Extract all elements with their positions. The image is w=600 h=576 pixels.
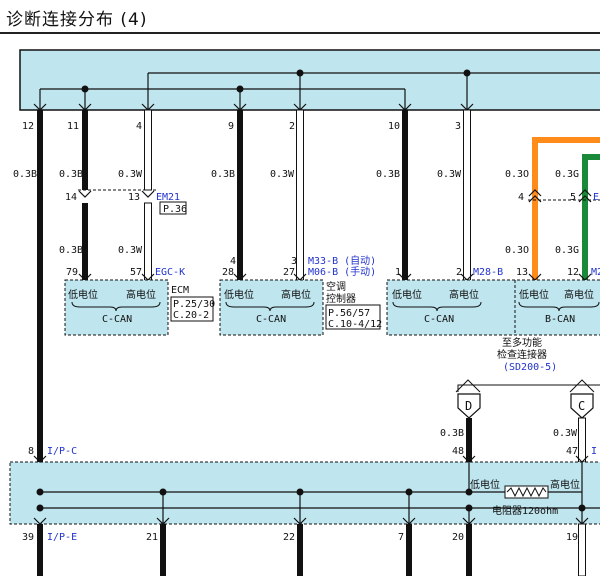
ecm-label: ECM [171, 285, 189, 296]
ac-c-can: C-CAN [256, 314, 286, 325]
junction-high: 高电位 [550, 478, 580, 491]
lower-pin-79: 79 [66, 267, 78, 278]
ac-can-high: 高电位 [281, 288, 311, 301]
wire-spec-lower: 0.3B [59, 245, 83, 256]
em21-ref: P.36 [163, 204, 187, 215]
wire-spec-upper: 0.3O [505, 169, 529, 180]
b-can-mid-pin-4: 4 [518, 192, 524, 203]
dlc-line-1: 至多功能 [502, 336, 542, 349]
junction-pin-39: 39 [22, 532, 34, 543]
b-can-mid-pin-5: 5 [570, 192, 576, 203]
bottom-wires [160, 523, 586, 576]
ecm-can-high: 高电位 [126, 288, 156, 301]
wire-spec-upper: 0.3W [437, 169, 462, 180]
top-pin-10: 10 [388, 121, 400, 132]
ecm-can-low: 低电位 [68, 288, 98, 301]
ac-can-low: 低电位 [224, 288, 254, 301]
b-can-mid-connector [528, 189, 600, 203]
ac-ref-1: P.56/57 [328, 308, 370, 319]
lower-pin-3: 3 [291, 256, 297, 267]
m28-can-low: 低电位 [392, 288, 422, 301]
lower-pin-28: 28 [222, 267, 234, 278]
wire-spec-lower: 0.3G [555, 245, 579, 256]
wire-spec-upper: 0.3B [376, 169, 400, 180]
dlc-connector [455, 379, 600, 463]
dlc-terminal-d: D [465, 399, 472, 413]
wire-spec-upper: 0.3B [211, 169, 235, 180]
wire-spec-upper: 0.3W [118, 169, 143, 180]
em21-pin-13: 13 [128, 192, 140, 203]
junction-pin-19: 19 [566, 532, 578, 543]
code-m33-b: M33-B (自动) [308, 254, 376, 267]
ecm-ref-1: P.25/30 [173, 299, 215, 310]
dlc-spec-c: 0.3W [553, 428, 578, 439]
dlc-line-3: (SD200-5) [503, 362, 557, 373]
top-pin-2: 2 [289, 121, 295, 132]
top-pin-3: 3 [455, 121, 461, 132]
dlc-pin-47: 47 [566, 446, 578, 457]
dlc-spec-d: 0.3B [440, 428, 464, 439]
junction-pin-7: 7 [398, 532, 404, 543]
colored-wires [532, 137, 600, 280]
code-egc-k: EGC-K [155, 267, 185, 278]
lower-pin-4: 4 [230, 256, 236, 267]
lower-pin-1: 1 [395, 267, 401, 278]
junction-pin-21: 21 [146, 532, 158, 543]
top-pin-4: 4 [136, 121, 142, 132]
white-wires [144, 109, 471, 281]
wire-spec-upper: 0.3B [59, 169, 83, 180]
junction-pin-22: 22 [283, 532, 295, 543]
lower-pin-13: 13 [516, 267, 528, 278]
top-pin-12: 12 [22, 121, 34, 132]
ac-label-1: 空调 [326, 280, 346, 293]
lower-pin-27: 27 [283, 267, 295, 278]
m28-c-can: C-CAN [424, 314, 454, 325]
code-m2: M2 [591, 267, 600, 278]
wiring-diagram: 12 11 4 9 2 10 3 0.3B 0.3B 0.3W 0.3B 0.3… [9, 49, 600, 576]
junction-pin-20: 20 [452, 532, 464, 543]
dlc-code-c: I [591, 446, 597, 457]
top-module-box [19, 49, 600, 111]
top-pin-9: 9 [228, 121, 234, 132]
ecm-ref-2: C.20-2 [173, 310, 209, 321]
wire-spec-upper: 0.3B [13, 169, 37, 180]
code-m06-b: M06-B (手动) [308, 265, 376, 278]
wire-spec-upper: 0.3W [270, 169, 295, 180]
lower-pin-12: 12 [567, 267, 579, 278]
dlc-line-2: 检查连接器 [497, 348, 547, 361]
bcan-high: 高电位 [564, 288, 594, 301]
junction-low: 低电位 [470, 478, 500, 491]
em21-pin-14: 14 [65, 192, 77, 203]
junction-code-ipc: I/P-C [47, 446, 77, 457]
ecm-c-can: C-CAN [102, 314, 132, 325]
top-pin-11: 11 [67, 121, 79, 132]
m28-can-high: 高电位 [449, 288, 479, 301]
junction-code-ipe: I/P-E [47, 532, 77, 543]
ac-ref-2: C.10-4/12 [328, 319, 382, 330]
em21-code: EM21 [156, 192, 180, 203]
junction-resistor: 电阻器120ohm [492, 504, 558, 517]
b-can-label: B-CAN [545, 314, 575, 325]
b-can-mid-code: E [593, 192, 599, 203]
junction-pin-8: 8 [28, 446, 34, 457]
wire-spec-lower: 0.3O [505, 245, 529, 256]
lower-pin-57: 57 [130, 267, 142, 278]
wire-spec-lower: 0.3W [118, 245, 143, 256]
dlc-pin-48: 48 [452, 446, 464, 457]
code-m28-b: M28-B [473, 267, 503, 278]
wire-spec-upper: 0.3G [555, 169, 579, 180]
bcan-low: 低电位 [519, 288, 549, 301]
ac-label-2: 控制器 [326, 292, 356, 305]
dlc-terminal-c: C [578, 399, 585, 413]
lower-pin-2: 2 [456, 267, 462, 278]
